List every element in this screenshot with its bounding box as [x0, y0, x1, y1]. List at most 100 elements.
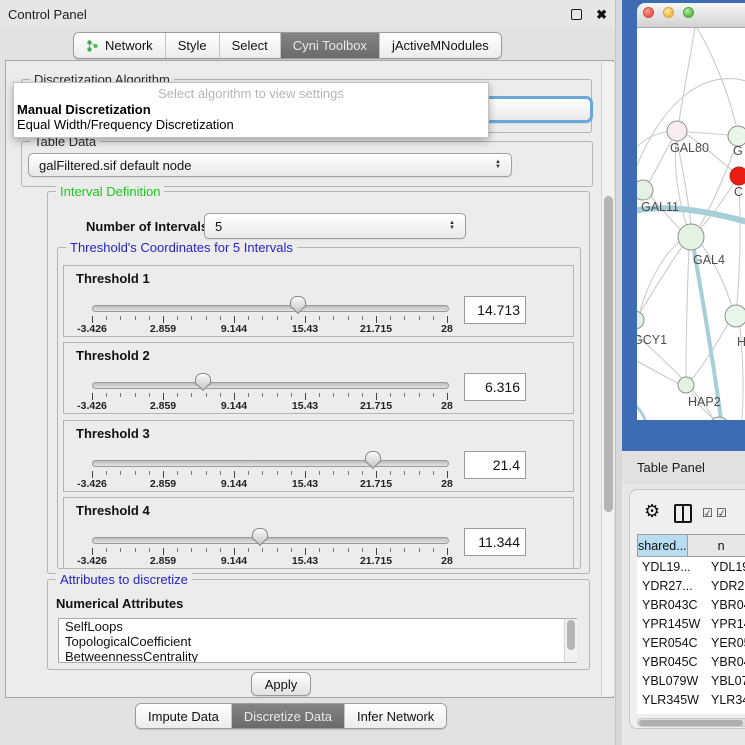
stepper-arrows-icon: ▲▼: [449, 221, 455, 231]
attribute-item-selfloops[interactable]: SelfLoops: [59, 619, 576, 634]
attribute-list-scrollbar[interactable]: [564, 619, 577, 662]
table-data-combobox[interactable]: galFiltered.sif default node ▲▼: [28, 153, 512, 177]
table-row[interactable]: YBR045CYBR04: [637, 652, 745, 671]
subtab-infer-network[interactable]: Infer Network: [344, 704, 446, 728]
minimize-traffic-icon[interactable]: [663, 7, 674, 18]
network-node-c[interactable]: [730, 167, 745, 185]
cell-shared-name: YPR145W: [637, 617, 708, 631]
network-edge[interactable]: [637, 358, 679, 384]
tab-network[interactable]: Network: [74, 33, 165, 58]
attribute-item-betweennesscentrality[interactable]: BetweennessCentrality: [59, 649, 576, 663]
threshold-slider[interactable]: -3.4262.8599.14415.4321.71528: [92, 266, 447, 338]
network-edge[interactable]: [737, 186, 740, 305]
tick-mark: [305, 548, 306, 555]
tick-mark: [277, 393, 278, 397]
threshold-value-input[interactable]: [464, 373, 526, 401]
columns-icon[interactable]: [674, 504, 692, 523]
network-canvas[interactable]: GAL80GCGAL11GAL4GCY1HHAP2: [637, 28, 745, 420]
number-of-intervals-combobox[interactable]: 5 ▲▼: [204, 213, 466, 239]
network-node-gal80[interactable]: [667, 121, 687, 141]
tick-mark: [163, 471, 164, 478]
slider-thumb[interactable]: [290, 296, 306, 307]
node-label: C: [734, 185, 743, 199]
tick-mark: [234, 471, 235, 478]
tick-mark: [234, 548, 235, 555]
table-row[interactable]: YDR27...YDR27: [637, 576, 745, 595]
network-edge[interactable]: [640, 247, 682, 313]
subtab-label: Impute Data: [148, 709, 219, 724]
tick-label: 28: [441, 323, 453, 335]
panel-splitter[interactable]: [615, 0, 622, 745]
tick-mark: [277, 548, 278, 552]
table-row[interactable]: YDL19...YDL19: [637, 557, 745, 576]
subtab-discretize-data[interactable]: Discretize Data: [231, 704, 344, 728]
network-edge[interactable]: [649, 140, 672, 182]
cell-shared-name: YDR27...: [637, 579, 708, 593]
tick-mark: [348, 471, 349, 475]
tick-mark: [291, 316, 292, 320]
network-edge[interactable]: [679, 28, 695, 121]
slider-thumb[interactable]: [365, 451, 381, 462]
network-node-gal4[interactable]: [678, 224, 704, 250]
network-window-titlebar[interactable]: [637, 3, 745, 28]
network-node-g[interactable]: [728, 126, 745, 146]
table-row[interactable]: YBR043CYBR04: [637, 595, 745, 614]
tick-label: 9.144: [221, 323, 247, 335]
network-node-h[interactable]: [725, 305, 745, 327]
attributes-group-title: Attributes to discretize: [56, 572, 192, 587]
tab-cyni-toolbox[interactable]: Cyni Toolbox: [280, 33, 379, 58]
zoom-traffic-icon[interactable]: [683, 7, 694, 18]
network-node-gcy1[interactable]: [637, 311, 644, 329]
tick-mark: [376, 548, 377, 555]
apply-button[interactable]: Apply: [251, 672, 311, 696]
network-edge[interactable]: [640, 242, 679, 311]
algorithm-option-manual-discretization[interactable]: Manual Discretization: [14, 102, 488, 117]
threshold-value-input[interactable]: [464, 528, 526, 556]
attribute-item-topologicalcoefficient[interactable]: TopologicalCoefficient: [59, 634, 576, 649]
table-row[interactable]: YPR145WYPR14: [637, 614, 745, 633]
column-header-shared-name[interactable]: shared...: [637, 534, 688, 557]
network-icon: [86, 39, 99, 53]
scrollbar-thumb[interactable]: [639, 720, 743, 726]
node-attribute-table: shared...n YDL19...YDL19YDR27...YDR27YBR…: [637, 534, 745, 714]
control-panel: Control Panel ✖ NetworkStyleSelectCyni T…: [0, 0, 615, 745]
tick-label: 21.715: [360, 555, 392, 567]
table-panel-titlebar: Table Panel: [622, 451, 745, 484]
tab-jactivemnodules[interactable]: jActiveMNodules: [379, 33, 501, 58]
threshold-value-input[interactable]: [464, 451, 526, 479]
threshold-slider[interactable]: -3.4262.8599.14415.4321.71528: [92, 498, 447, 570]
network-node-gal11[interactable]: [637, 180, 653, 200]
bottom-tab-bar: Impute Data Discretize DataInfer Network: [135, 703, 447, 729]
tick-mark: [433, 548, 434, 552]
network-edge[interactable]: [687, 132, 728, 135]
subtab-impute-data[interactable]: Impute Data: [136, 704, 231, 728]
table-horizontal-scrollbar[interactable]: [637, 718, 745, 727]
close-traffic-icon[interactable]: [643, 7, 654, 18]
tick-mark: [106, 548, 107, 552]
threshold-slider[interactable]: -3.4262.8599.14415.4321.71528: [92, 343, 447, 415]
tab-select[interactable]: Select: [219, 33, 280, 58]
checkbox-icon[interactable]: ☑: [702, 507, 713, 519]
slider-thumb[interactable]: [195, 373, 211, 384]
table-row[interactable]: YIL052CYIL05: [637, 709, 745, 714]
close-icon[interactable]: ✖: [596, 8, 607, 21]
network-edge[interactable]: [686, 250, 689, 377]
checkbox-icon[interactable]: ☑: [716, 507, 727, 519]
algorithm-option-equal-width-frequency-discretization[interactable]: Equal Width/Frequency Discretization: [14, 117, 488, 132]
slider-thumb[interactable]: [252, 528, 268, 539]
panel-scrollbar[interactable]: [601, 62, 614, 696]
network-edge-highlighted[interactable]: [637, 399, 646, 420]
gear-icon[interactable]: ⚙: [644, 502, 660, 520]
tick-label: 15.43: [292, 323, 318, 335]
table-row[interactable]: YLR345WYLR34: [637, 690, 745, 709]
cyni-toolbox-panel: Discretization Algorithm Select algorith…: [5, 60, 614, 698]
threshold-slider[interactable]: -3.4262.8599.14415.4321.71528: [92, 421, 447, 493]
network-edge[interactable]: [697, 28, 736, 125]
table-row[interactable]: YER054CYER05: [637, 633, 745, 652]
threshold-value-input[interactable]: [464, 296, 526, 324]
float-window-icon[interactable]: [571, 9, 582, 20]
network-node-hap2[interactable]: [678, 377, 694, 393]
table-row[interactable]: YBL079WYBL07: [637, 671, 745, 690]
tab-style[interactable]: Style: [165, 33, 219, 58]
column-header-name[interactable]: n: [688, 534, 745, 557]
